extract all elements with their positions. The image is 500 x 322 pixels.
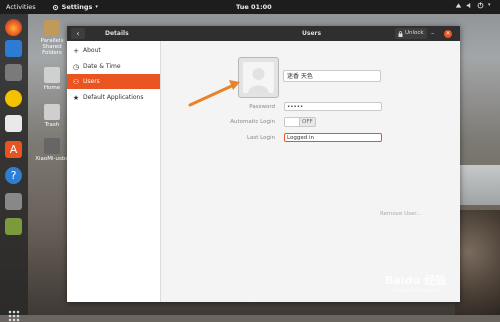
watermark-url: jingyan.baidu.com xyxy=(393,288,440,294)
watermark: Baidu 经验 xyxy=(385,274,447,287)
annotation-arrow-icon xyxy=(188,80,240,107)
